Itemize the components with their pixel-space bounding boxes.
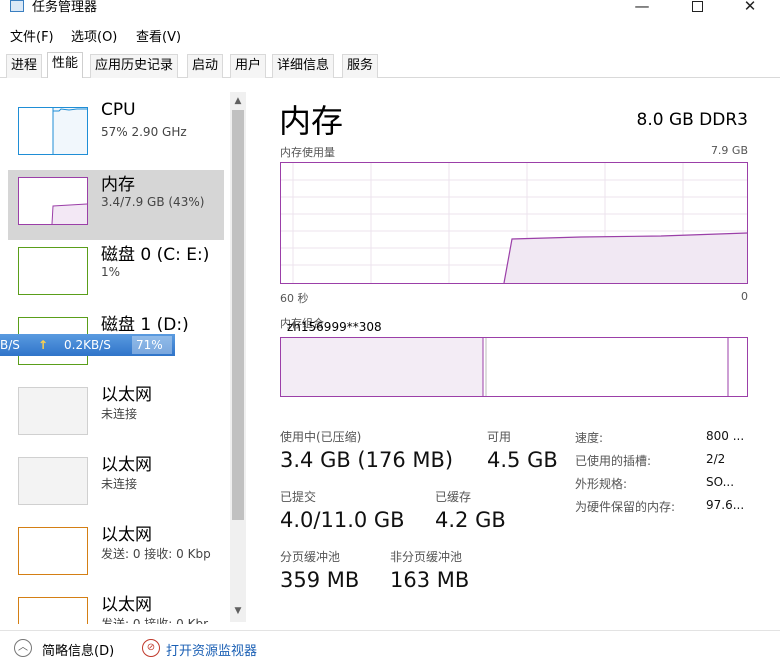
resource-name: 以太网 [101,385,152,405]
slots-value: 2/2 [706,452,726,466]
speed-value: 800 ... [706,429,745,443]
in-use-value: 3.4 GB (176 MB) [280,448,454,472]
tab-bar: 进程 性能 应用历史记录 启动 用户 详细信息 服务 [0,52,780,78]
resource-name: 内存 [101,175,135,195]
paged-pool-value: 359 MB [280,568,360,592]
resource-monitor-icon: ⊘ [142,639,160,657]
resource-name: 以太网 [101,595,152,615]
resource-detail: 发送: 0 接收: 0 Kbp [101,547,211,561]
minimize-button[interactable]: — [620,0,664,19]
tab-processes[interactable]: 进程 [6,54,43,78]
close-button[interactable]: ✕ [728,0,772,19]
menu-bar: 文件(F) 选项(O) 查看(V) [0,24,780,46]
upload-speed: 0.2KB/S [64,338,111,352]
close-icon: ✕ [743,0,757,15]
resource-name: CPU [101,100,136,120]
usage-percent: 71% [132,336,172,354]
resource-name: 磁盘 0 (C: E:) [101,245,210,265]
cpu-thumbnail-graph [18,107,88,155]
usage-chart-label: 内存使用量 [280,146,335,159]
title-bar: 任务管理器 — ✕ [0,0,780,22]
memory-usage-graph [280,162,748,284]
form-factor-value: SO... [706,475,735,489]
memory-composition-bar [280,337,748,397]
ethernet-4-thumbnail-graph [18,597,88,624]
scroll-thumb[interactable] [232,110,244,520]
maximize-icon [691,1,703,12]
memory-usage-graph-svg [281,163,748,284]
hardware-reserved-label: 为硬件保留的内存: [575,500,676,514]
resource-cpu[interactable]: CPU 57% 2.90 GHz [8,100,224,170]
disk-0-thumbnail-graph [18,247,88,295]
tab-details[interactable]: 详细信息 [272,54,335,78]
scroll-up-arrow-icon[interactable]: ▲ [232,94,244,108]
menu-file[interactable]: 文件(F) [10,26,54,45]
available-label: 可用 [487,430,512,444]
menu-view[interactable]: 查看(V) [136,26,181,45]
resource-name: 以太网 [101,455,152,475]
resource-disk-0[interactable]: 磁盘 0 (C: E:) 1% [8,240,224,310]
upload-arrow-icon: ↑ [38,338,49,352]
in-use-label: 使用中(已压缩) [280,430,362,444]
resource-detail: 发送: 0 接收: 0 Kbr [101,617,209,624]
resource-name: 以太网 [101,525,152,545]
resource-ethernet-3[interactable]: 以太网 发送: 0 接收: 0 Kbp [8,520,224,590]
slots-label: 已使用的插槽: [575,454,652,468]
cached-label: 已缓存 [435,490,472,504]
scroll-down-arrow-icon[interactable]: ▼ [232,604,244,618]
resource-memory[interactable]: 内存 3.4/7.9 GB (43%) [8,170,224,240]
memory-composition-svg [281,338,729,396]
resource-detail: 未连接 [101,477,138,491]
collapse-chevron-icon[interactable]: ︿ [14,639,32,657]
resource-list-scrollbar[interactable]: ▲ ▼ [230,92,246,622]
form-factor-label: 外形规格: [575,477,628,491]
fewer-details-button[interactable]: 简略信息(D) [42,640,114,659]
usage-chart-max: 7.9 GB [710,144,748,157]
resource-name: 磁盘 1 (D:) [101,315,189,335]
resource-ethernet-1[interactable]: 以太网 未连接 [8,380,224,450]
ethernet-3-thumbnail-graph [18,527,88,575]
page-title: 内存 [279,102,344,140]
resource-ethernet-4[interactable]: 以太网 发送: 0 接收: 0 Kbr [8,590,224,624]
resource-ethernet-2[interactable]: 以太网 未连接 [8,450,224,520]
tab-app-history[interactable]: 应用历史记录 [90,54,179,78]
speed-label: 速度: [575,431,604,445]
resource-detail: 3.4/7.9 GB (43%) [101,195,205,209]
hardware-reserved-value: 97.6... [706,498,745,512]
paged-pool-label: 分页缓冲池 [280,550,341,564]
tab-startup[interactable]: 启动 [187,54,224,78]
cached-value: 4.2 GB [435,508,506,532]
maximize-button[interactable] [675,0,719,19]
memory-mini-graph [51,203,88,225]
task-manager-app-icon [10,0,24,12]
nonpaged-pool-label: 非分页缓冲池 [390,550,463,564]
tab-performance[interactable]: 性能 [47,52,84,78]
resource-detail: 57% 2.90 GHz [101,125,187,139]
ethernet-2-thumbnail-graph [18,457,88,505]
resource-detail: 未连接 [101,407,138,421]
ethernet-1-thumbnail-graph [18,387,88,435]
resource-detail: 1% [101,265,121,279]
window-title: 任务管理器 [32,0,98,15]
available-value: 4.5 GB [487,448,558,472]
tab-users[interactable]: 用户 [230,54,267,78]
download-speed: B/S [0,338,20,352]
graph-time-left: 60 秒 [280,292,309,305]
minimize-icon: — [634,0,650,15]
cpu-mini-graph [52,108,87,154]
menu-options[interactable]: 选项(O) [71,26,117,45]
open-resource-monitor-link[interactable]: 打开资源监视器 [166,640,257,659]
memory-spec: 8.0 GB DDR3 [636,110,749,130]
footer-bar: ︿ 简略信息(D) ⊘ 打开资源监视器 [0,630,780,667]
committed-value: 4.0/11.0 GB [280,508,405,532]
network-speed-overlay: B/S ↑ 0.2KB/S 71% [0,334,175,356]
committed-label: 已提交 [280,490,317,504]
tab-services[interactable]: 服务 [342,54,379,78]
watermark-text: zh156999**308 [287,320,382,334]
nonpaged-pool-value: 163 MB [390,568,470,592]
memory-thumbnail-graph [18,177,88,225]
graph-time-right: 0 [741,290,748,303]
